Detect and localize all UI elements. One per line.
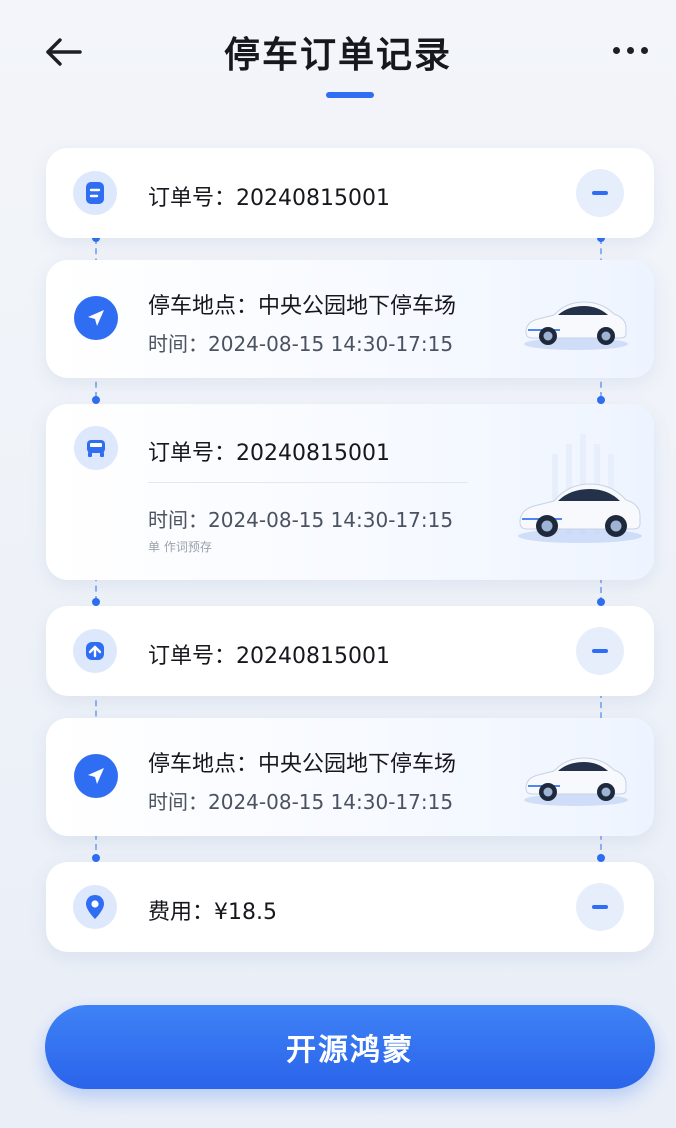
navigation-icon-badge xyxy=(74,754,118,798)
more-dot xyxy=(626,46,634,54)
more-dot xyxy=(640,46,648,54)
timeline-node xyxy=(92,396,100,404)
receipt-icon-badge xyxy=(73,171,117,215)
location-icon-badge xyxy=(73,885,117,929)
timeline-node xyxy=(597,396,605,404)
parking-location: 停车地点：中央公园地下停车场 xyxy=(148,752,457,777)
page-title: 停车订单记录 xyxy=(223,35,452,76)
location-card[interactable]: 停车地点：中央公园地下停车场 时间：2024-08-15 14:30-17:15 xyxy=(46,718,654,836)
order-number: 订单号：20240815001 xyxy=(148,186,390,211)
navigation-icon-badge xyxy=(74,296,118,340)
collapse-button[interactable] xyxy=(576,883,624,931)
navigation-arrow-icon xyxy=(88,768,104,784)
car-image xyxy=(524,757,628,806)
upload-icon-badge xyxy=(73,629,117,673)
parking-time: 时间：2024-08-15 14:30-17:15 xyxy=(148,508,454,532)
order-detail-card[interactable]: 订单号：20240815001 时间：2024-08-15 14:30-17:1… xyxy=(46,404,654,580)
car-image xyxy=(524,301,628,350)
minus-icon xyxy=(592,649,608,653)
parking-fee: 费用：¥18.5 xyxy=(148,900,277,925)
car-icon xyxy=(87,440,105,457)
timeline-node xyxy=(597,598,605,606)
parking-time: 时间：2024-08-15 14:30-17:15 xyxy=(148,332,454,356)
collapse-button[interactable] xyxy=(576,169,624,217)
navigation-arrow-icon xyxy=(88,310,104,326)
minus-icon xyxy=(592,191,608,195)
location-card[interactable]: 停车地点：中央公园地下停车场 时间：2024-08-15 14:30-17:15 xyxy=(46,260,654,378)
parking-location: 停车地点：中央公园地下停车场 xyxy=(148,294,457,319)
timeline-node xyxy=(92,854,100,862)
app-header: 停车订单记录 xyxy=(0,0,676,110)
primary-action-label: 开源鸿蒙 xyxy=(286,1033,414,1068)
parking-time: 时间：2024-08-15 14:30-17:15 xyxy=(148,790,454,814)
divider xyxy=(148,482,468,483)
receipt-icon xyxy=(86,182,104,204)
map-pin-icon xyxy=(86,895,104,919)
arrow-up-icon xyxy=(86,642,104,660)
timeline-node xyxy=(597,854,605,862)
title-underline xyxy=(326,92,374,98)
fee-card[interactable]: 费用：¥18.5 xyxy=(46,862,654,952)
timeline-node xyxy=(92,598,100,606)
collapse-button[interactable] xyxy=(576,627,624,675)
more-options-button[interactable] xyxy=(602,30,658,70)
order-number: 订单号：20240815001 xyxy=(148,644,390,669)
order-note: 单 作词预存 xyxy=(148,540,212,554)
more-dot xyxy=(612,46,620,54)
car-icon-badge xyxy=(74,426,118,470)
minus-icon xyxy=(592,905,608,909)
order-card[interactable]: 订单号：20240815001 xyxy=(46,606,654,696)
car-image xyxy=(518,483,642,543)
order-number: 订单号：20240815001 xyxy=(148,441,390,466)
primary-action-button[interactable]: 开源鸿蒙 xyxy=(45,1005,655,1089)
order-card[interactable]: 订单号：20240815001 xyxy=(46,148,654,238)
